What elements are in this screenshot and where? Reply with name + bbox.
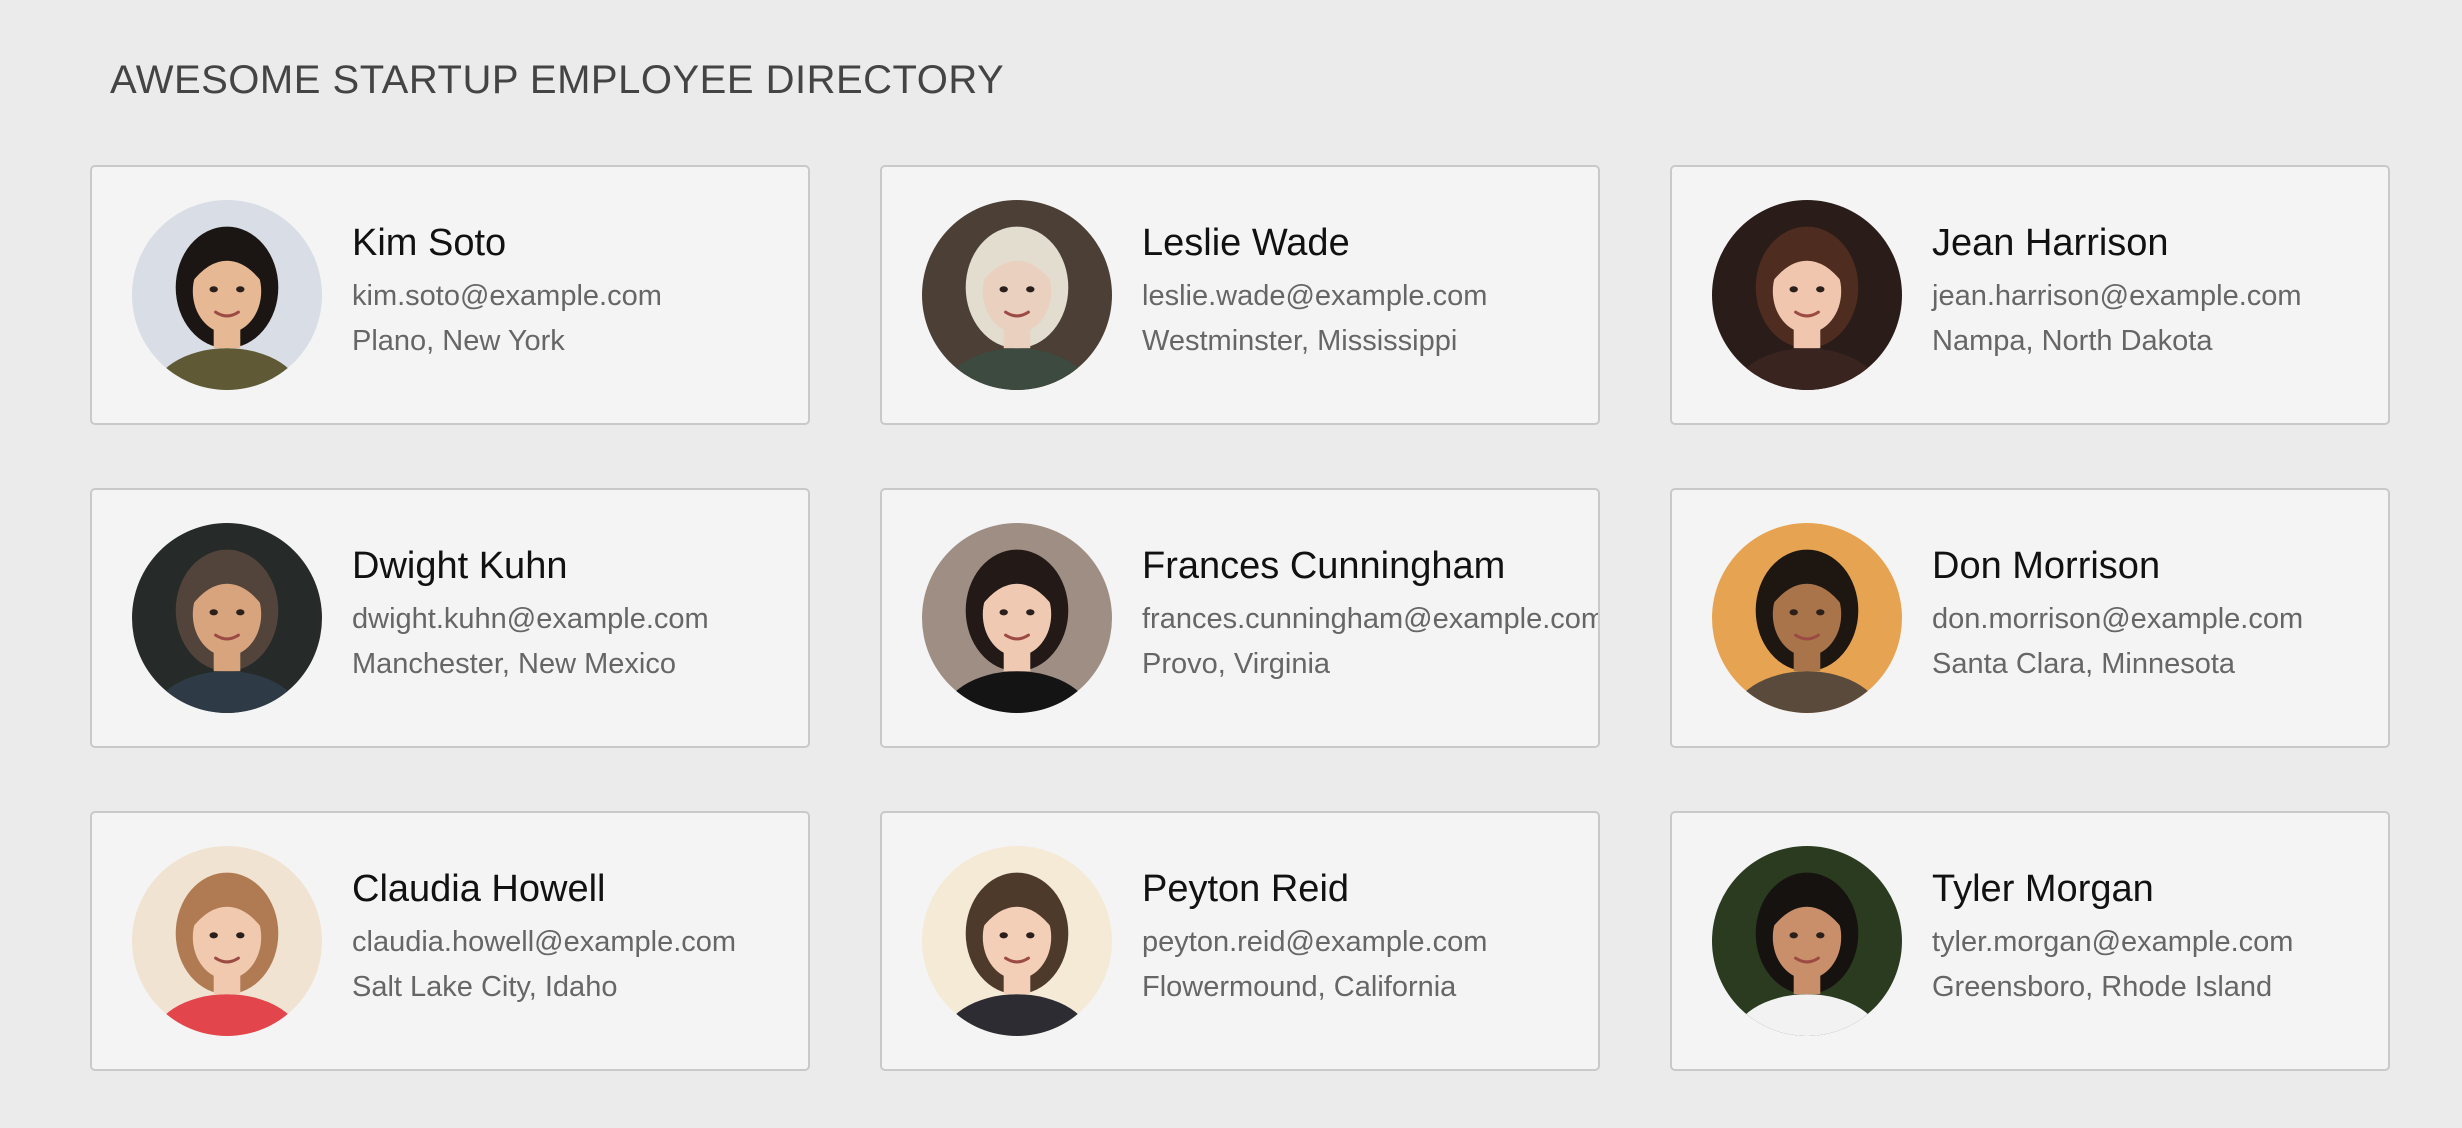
avatar-photo <box>132 846 322 1036</box>
employee-info: Don Morrison don.morrison@example.com Sa… <box>1932 545 2304 681</box>
employee-info: Frances Cunningham frances.cunningham@ex… <box>1142 545 1600 681</box>
employee-card[interactable]: Kim Soto kim.soto@example.com Plano, New… <box>90 165 810 425</box>
employee-name: Claudia Howell <box>352 868 606 911</box>
employee-avatar <box>1712 846 1902 1036</box>
employee-info: Jean Harrison jean.harrison@example.com … <box>1932 222 2302 358</box>
employee-email: don.morrison@example.com <box>1932 603 2304 636</box>
avatar-photo <box>922 200 1112 390</box>
employee-name: Dwight Kuhn <box>352 545 568 588</box>
employee-name: Leslie Wade <box>1142 222 1350 265</box>
employee-info: Leslie Wade leslie.wade@example.com West… <box>1142 222 1488 358</box>
employee-avatar <box>922 846 1112 1036</box>
employee-card[interactable]: Jean Harrison jean.harrison@example.com … <box>1670 165 2390 425</box>
employee-location: Plano, New York <box>352 324 565 357</box>
employee-card[interactable]: Peyton Reid peyton.reid@example.com Flow… <box>880 811 1600 1071</box>
employee-card[interactable]: Claudia Howell claudia.howell@example.co… <box>90 811 810 1071</box>
avatar-photo <box>1712 523 1902 713</box>
employee-email: leslie.wade@example.com <box>1142 280 1488 313</box>
employee-email: frances.cunningham@example.com <box>1142 603 1600 636</box>
avatar-photo <box>132 200 322 390</box>
employee-info: Kim Soto kim.soto@example.com Plano, New… <box>352 222 662 358</box>
employee-card[interactable]: Tyler Morgan tyler.morgan@example.com Gr… <box>1670 811 2390 1071</box>
employee-avatar <box>1712 523 1902 713</box>
employee-avatar <box>132 200 322 390</box>
employee-email: claudia.howell@example.com <box>352 926 737 959</box>
employee-location: Greensboro, Rhode Island <box>1932 970 2273 1003</box>
employee-email: dwight.kuhn@example.com <box>352 603 709 636</box>
employee-card[interactable]: Frances Cunningham frances.cunningham@ex… <box>880 488 1600 748</box>
avatar-photo <box>922 523 1112 713</box>
employee-location: Nampa, North Dakota <box>1932 324 2213 357</box>
employee-email: peyton.reid@example.com <box>1142 926 1488 959</box>
employee-location: Westminster, Mississippi <box>1142 324 1458 357</box>
employee-location: Salt Lake City, Idaho <box>352 970 618 1003</box>
employee-name: Jean Harrison <box>1932 222 2169 265</box>
employee-card[interactable]: Dwight Kuhn dwight.kuhn@example.com Manc… <box>90 488 810 748</box>
employee-email: kim.soto@example.com <box>352 280 662 313</box>
avatar-photo <box>1712 200 1902 390</box>
employee-avatar <box>132 846 322 1036</box>
employee-name: Don Morrison <box>1932 545 2161 588</box>
employee-location: Manchester, New Mexico <box>352 647 676 680</box>
employee-name: Tyler Morgan <box>1932 868 2154 911</box>
employee-grid: Kim Soto kim.soto@example.com Plano, New… <box>90 165 2390 1071</box>
avatar-photo <box>922 846 1112 1036</box>
employee-location: Santa Clara, Minnesota <box>1932 647 2236 680</box>
employee-name: Peyton Reid <box>1142 868 1350 911</box>
employee-info: Tyler Morgan tyler.morgan@example.com Gr… <box>1932 868 2294 1004</box>
employee-info: Claudia Howell claudia.howell@example.co… <box>352 868 737 1004</box>
employee-card[interactable]: Leslie Wade leslie.wade@example.com West… <box>880 165 1600 425</box>
page-title: AWESOME STARTUP EMPLOYEE DIRECTORY <box>110 58 1005 102</box>
employee-info: Peyton Reid peyton.reid@example.com Flow… <box>1142 868 1488 1004</box>
employee-avatar <box>922 523 1112 713</box>
employee-email: jean.harrison@example.com <box>1932 280 2302 313</box>
employee-avatar <box>132 523 322 713</box>
employee-name: Kim Soto <box>352 222 507 265</box>
employee-location: Provo, Virginia <box>1142 647 1331 680</box>
employee-info: Dwight Kuhn dwight.kuhn@example.com Manc… <box>352 545 709 681</box>
employee-email: tyler.morgan@example.com <box>1932 926 2294 959</box>
employee-card[interactable]: Don Morrison don.morrison@example.com Sa… <box>1670 488 2390 748</box>
avatar-photo <box>132 523 322 713</box>
employee-avatar <box>922 200 1112 390</box>
avatar-photo <box>1712 846 1902 1036</box>
employee-location: Flowermound, California <box>1142 970 1457 1003</box>
employee-name: Frances Cunningham <box>1142 545 1506 588</box>
employee-avatar <box>1712 200 1902 390</box>
